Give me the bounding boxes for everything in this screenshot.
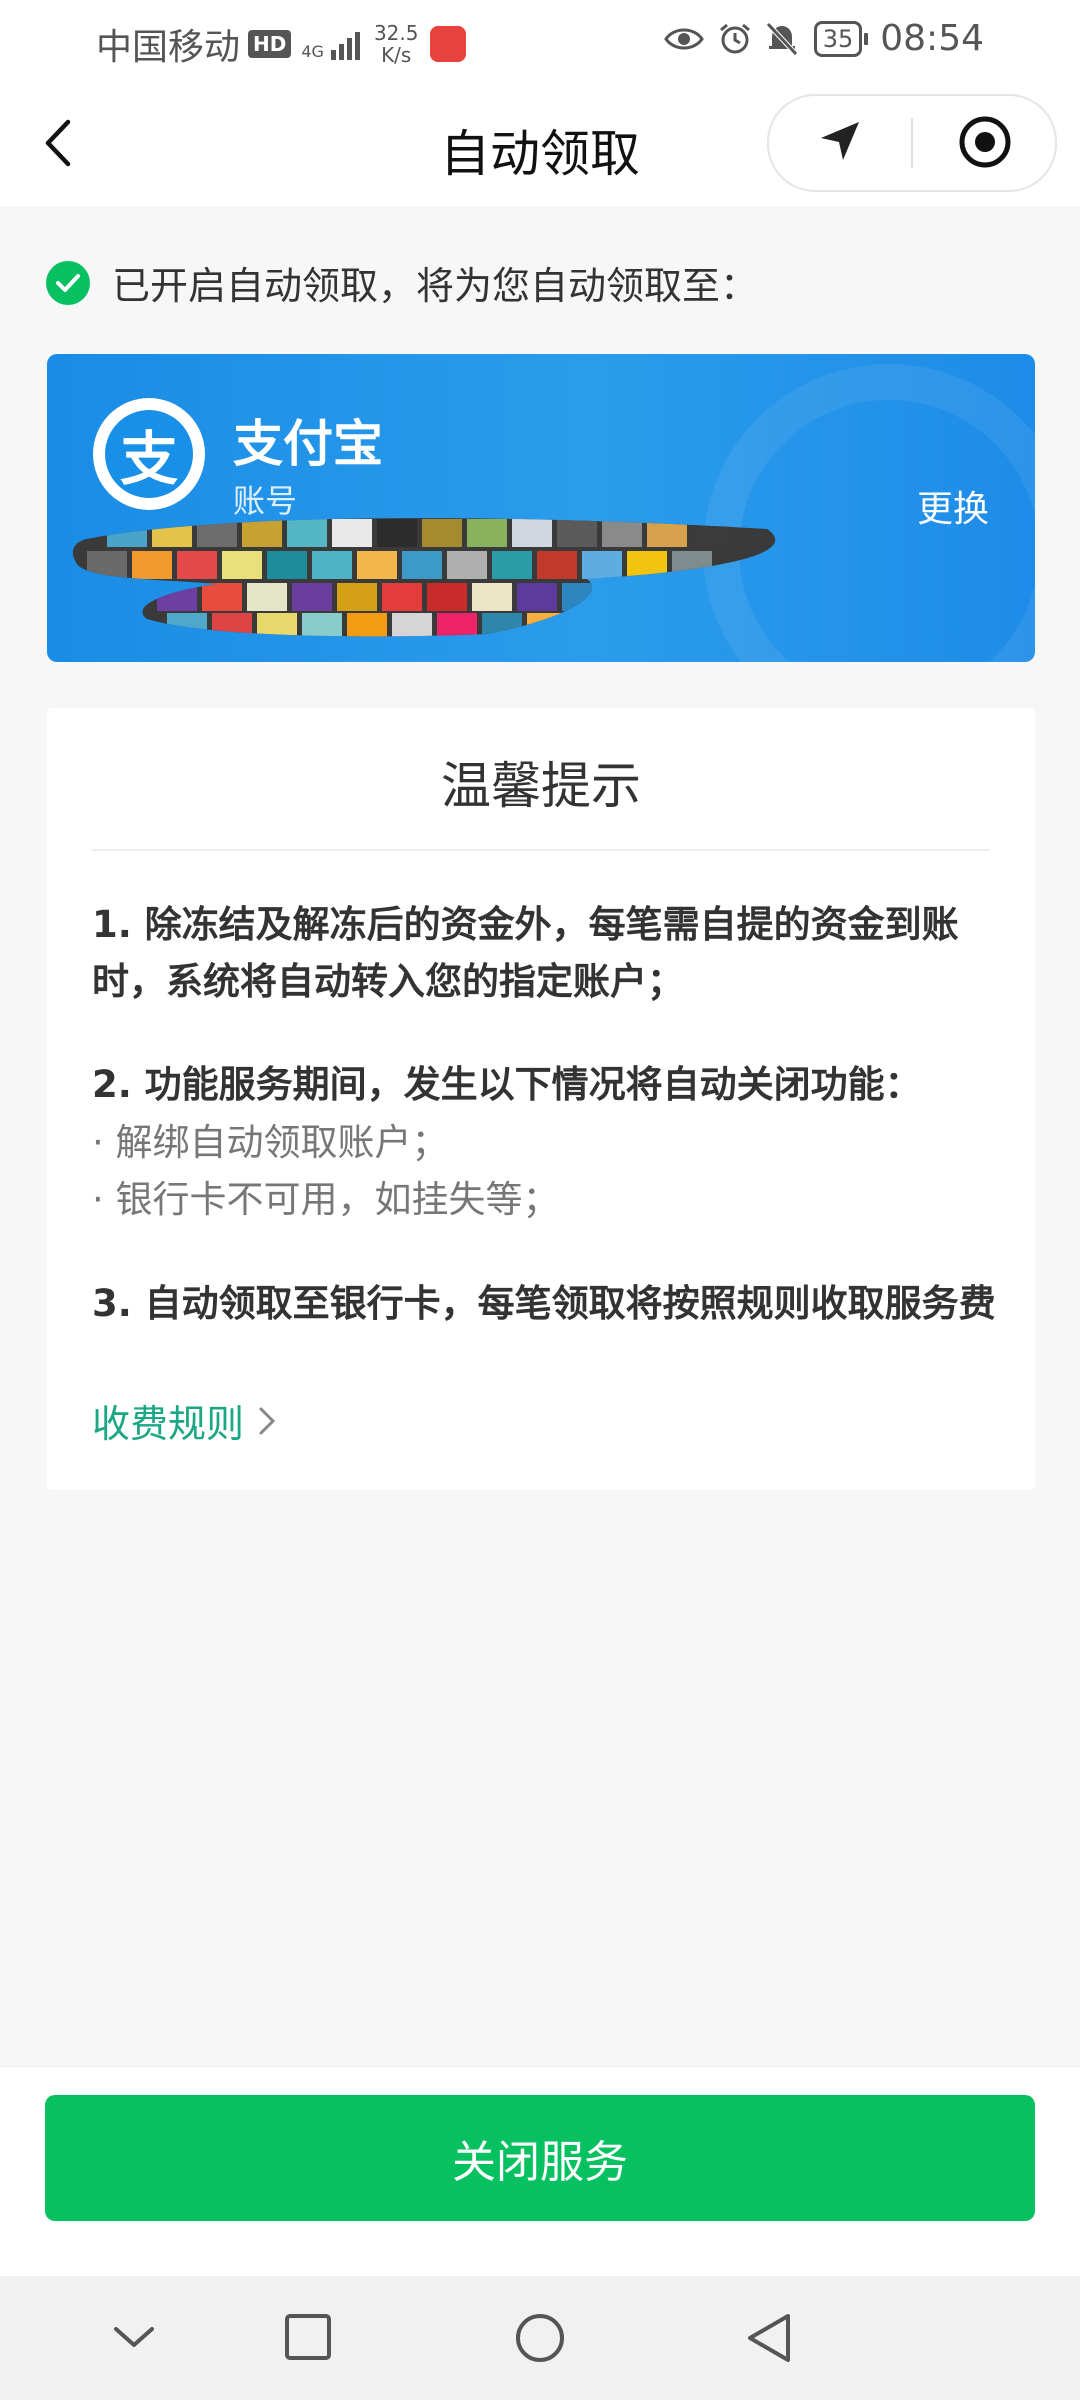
hd-badge: HD <box>248 30 292 58</box>
close-service-button[interactable]: 关闭服务 <box>45 2095 1035 2221</box>
alipay-account-card: 支 支付宝 账号 更换 <box>47 354 1035 662</box>
check-icon <box>46 260 90 305</box>
status-bar: 中国移动 HD 4G 32.5 K/s 35 08:54 <box>0 0 1080 80</box>
back-triangle-icon[interactable] <box>744 2312 794 2364</box>
change-account-button[interactable]: 更换 <box>917 480 989 532</box>
status-right: 35 08:54 <box>650 18 984 59</box>
auto-claim-status: 已开启自动领取，将为您自动领取至： <box>46 255 758 310</box>
mini-program-capsule <box>767 94 1057 192</box>
tip-item-2: 2. 功能服务期间，发生以下情况将自动关闭功能： <box>92 1063 922 1106</box>
chevron-right-icon <box>259 1407 276 1434</box>
tip-item-1: 1. 除冻结及解冻后的资金外，每笔需自提的资金到账时，系统将自动转入您的指定账户… <box>92 903 959 1003</box>
signal-icon: 4G <box>301 28 360 60</box>
fee-rules-link[interactable]: 收费规则 <box>92 1393 276 1448</box>
capsule-divider <box>911 118 913 168</box>
navigation-bar: 自动领取 <box>0 80 1080 206</box>
bottom-action-bar: 关闭服务 <box>0 2066 1080 2277</box>
tips-title: 温馨提示 <box>441 757 641 815</box>
auto-claim-status-text: 已开启自动领取，将为您自动领取至： <box>112 264 759 308</box>
recent-apps-icon[interactable] <box>283 2312 333 2362</box>
chevron-down-icon[interactable] <box>112 2312 156 2362</box>
system-navigation-bar <box>0 2276 1080 2400</box>
home-icon[interactable] <box>514 2312 566 2364</box>
target-close-icon[interactable] <box>957 114 1013 170</box>
status-left: 中国移动 HD 4G 32.5 K/s <box>96 18 467 70</box>
alarm-icon <box>719 23 750 53</box>
mute-bell-icon <box>765 21 798 56</box>
alipay-logo-icon: 支 <box>93 398 205 510</box>
tip-bullet-2: · 银行卡不可用，如挂失等； <box>92 1178 560 1221</box>
eye-icon <box>663 28 704 49</box>
fee-rules-label: 收费规则 <box>92 1402 245 1446</box>
tip-item-3: 3. 自动领取至银行卡，每笔领取将按照规则收取服务费 <box>92 1282 996 1325</box>
app-notification-icon <box>430 26 467 62</box>
account-provider-name: 支付宝 <box>233 415 383 473</box>
location-arrow-icon[interactable] <box>817 118 863 164</box>
tip-bullet-1: · 解绑自动领取账户； <box>92 1121 449 1164</box>
network-speed: 32.5 K/s <box>373 21 419 67</box>
tips-card: 温馨提示 1. 除冻结及解冻后的资金外，每笔需自提的资金到账时，系统将自动转入您… <box>47 708 1035 1490</box>
battery-indicator: 35 <box>813 20 868 57</box>
redacted-account-mosaic <box>72 518 776 637</box>
tips-divider <box>92 849 990 851</box>
carrier-name: 中国移动 <box>96 27 241 68</box>
clock: 08:54 <box>880 18 984 59</box>
